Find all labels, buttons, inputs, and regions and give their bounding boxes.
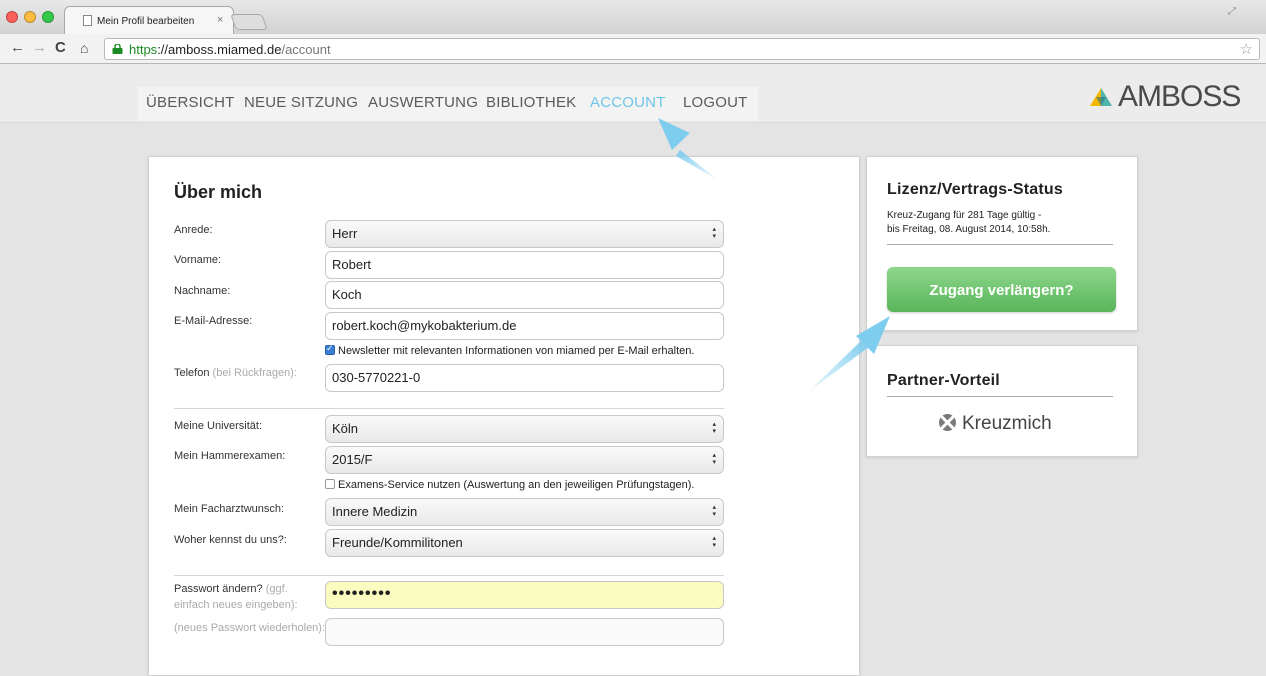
passwort-hint: (ggf. (265, 583, 288, 595)
hammerexamen-select[interactable]: 2015/F (325, 446, 724, 474)
newsletter-checkbox[interactable] (325, 343, 335, 355)
examens-service-text: Examens-Service nutzen (Auswertung an de… (338, 479, 695, 491)
partner-card: Partner-Vorteil Kreuzmich (866, 345, 1138, 457)
telefon-label: Telefon (bei Rückfragen): (174, 367, 297, 379)
newsletter-text: Newsletter mit relevanten Informationen … (338, 345, 695, 357)
nav-bibliothek[interactable]: BIBLIOTHEK (486, 94, 576, 111)
divider (887, 396, 1113, 397)
address-bar[interactable]: https://amboss.miamed.de/account ☆ (104, 38, 1260, 60)
logo-text: AMBOSS (1118, 80, 1241, 113)
browser-toolbar: ← → C ⌂ https://amboss.miamed.de/account… (0, 34, 1266, 64)
hammerexamen-label: Mein Hammerexamen: (174, 450, 286, 462)
nav-neue-sitzung[interactable]: NEUE SITZUNG (244, 94, 358, 111)
profile-card: Über mich Anrede: Herr Vorname: Robert N… (148, 156, 860, 676)
woher-label: Woher kennst du uns?: (174, 534, 287, 546)
email-label: E-Mail-Adresse: (174, 315, 253, 327)
universitaet-label: Meine Universität: (174, 420, 263, 432)
browser-tab-strip: Mein Profil bearbeiten × ⤢ (0, 0, 1266, 34)
reload-icon[interactable]: C (55, 40, 66, 56)
kreuzmich-logo-icon (939, 414, 956, 431)
extend-access-button[interactable]: Zugang verlängern? (887, 267, 1116, 312)
divider (174, 575, 724, 576)
nachname-label: Nachname: (174, 285, 231, 297)
facharzt-select[interactable]: Innere Medizin (325, 498, 724, 526)
nav-ubersicht[interactable]: ÜBERSICHT (146, 94, 234, 111)
partner-title: Partner-Vorteil (887, 372, 1000, 389)
lock-icon (112, 44, 123, 54)
passwort-hint-2: einfach neues eingeben): (174, 599, 298, 611)
nav-account[interactable]: ACCOUNT (590, 94, 666, 111)
home-icon[interactable]: ⌂ (80, 40, 88, 56)
tab-close-icon[interactable]: × (217, 14, 223, 26)
profile-title: Über mich (174, 182, 263, 202)
nav-logout[interactable]: LOGOUT (683, 94, 748, 111)
anrede-select[interactable]: Herr (325, 220, 724, 248)
universitaet-select[interactable]: Köln (325, 415, 724, 443)
license-title: Lizenz/Vertrags-Status (887, 181, 1064, 198)
telefon-input[interactable]: 030-5770221-0 (325, 364, 724, 392)
window-minimize-button[interactable] (24, 11, 36, 23)
passwort-input[interactable]: ••••••••• (325, 581, 724, 609)
logo-triangle-icon (1090, 88, 1112, 106)
examens-service-option[interactable]: Examens-Service nutzen (Auswertung an de… (325, 479, 694, 491)
examens-service-checkbox[interactable] (325, 479, 335, 489)
divider (174, 408, 724, 409)
license-status-text: Kreuz-Zugang für 281 Tage gültig - bis Fr… (887, 210, 1051, 235)
email-input[interactable]: robert.koch@mykobakterium.de (325, 312, 724, 340)
woher-select[interactable]: Freunde/Kommilitonen (325, 529, 724, 557)
app-header: ÜBERSICHT NEUE SITZUNG AUSWERTUNG BIBLIO… (0, 64, 1266, 123)
kreuzmich-link[interactable]: Kreuzmich (939, 413, 1052, 435)
forward-arrow-icon[interactable]: → (32, 40, 47, 56)
vorname-label: Vorname: (174, 254, 222, 266)
back-arrow-icon[interactable]: ← (10, 40, 25, 56)
vorname-input[interactable]: Robert (325, 251, 724, 279)
tab-title: Mein Profil bearbeiten (97, 16, 195, 27)
nachname-input[interactable]: Koch (325, 281, 724, 309)
window-close-button[interactable] (6, 11, 18, 23)
url-text: https://amboss.miamed.de/account (129, 42, 331, 57)
telefon-hint: (bei Rückfragen): (212, 367, 297, 379)
kreuzmich-text: Kreuzmich (962, 413, 1052, 434)
passwort-repeat-label: (neues Passwort wiederholen): (174, 622, 326, 634)
browser-tab[interactable]: Mein Profil bearbeiten × (64, 6, 234, 34)
divider (887, 244, 1113, 245)
license-card: Lizenz/Vertrags-Status Kreuz-Zugang für … (866, 156, 1138, 331)
window-zoom-button[interactable] (42, 11, 54, 23)
fullscreen-icon[interactable]: ⤢ (1228, 6, 1236, 17)
passwort-repeat-input[interactable] (325, 618, 724, 646)
passwort-label: Passwort ändern? (ggf. einfach neues eing… (174, 583, 298, 611)
new-tab-button[interactable] (230, 14, 268, 30)
facharzt-label: Mein Facharztwunsch: (174, 503, 285, 515)
nav-auswertung[interactable]: AUSWERTUNG (368, 94, 478, 111)
newsletter-option[interactable]: Newsletter mit relevanten Informationen … (325, 343, 695, 357)
bookmark-star-icon[interactable]: ☆ (1240, 40, 1253, 58)
page-icon (83, 15, 92, 26)
anrede-label: Anrede: (174, 224, 213, 236)
